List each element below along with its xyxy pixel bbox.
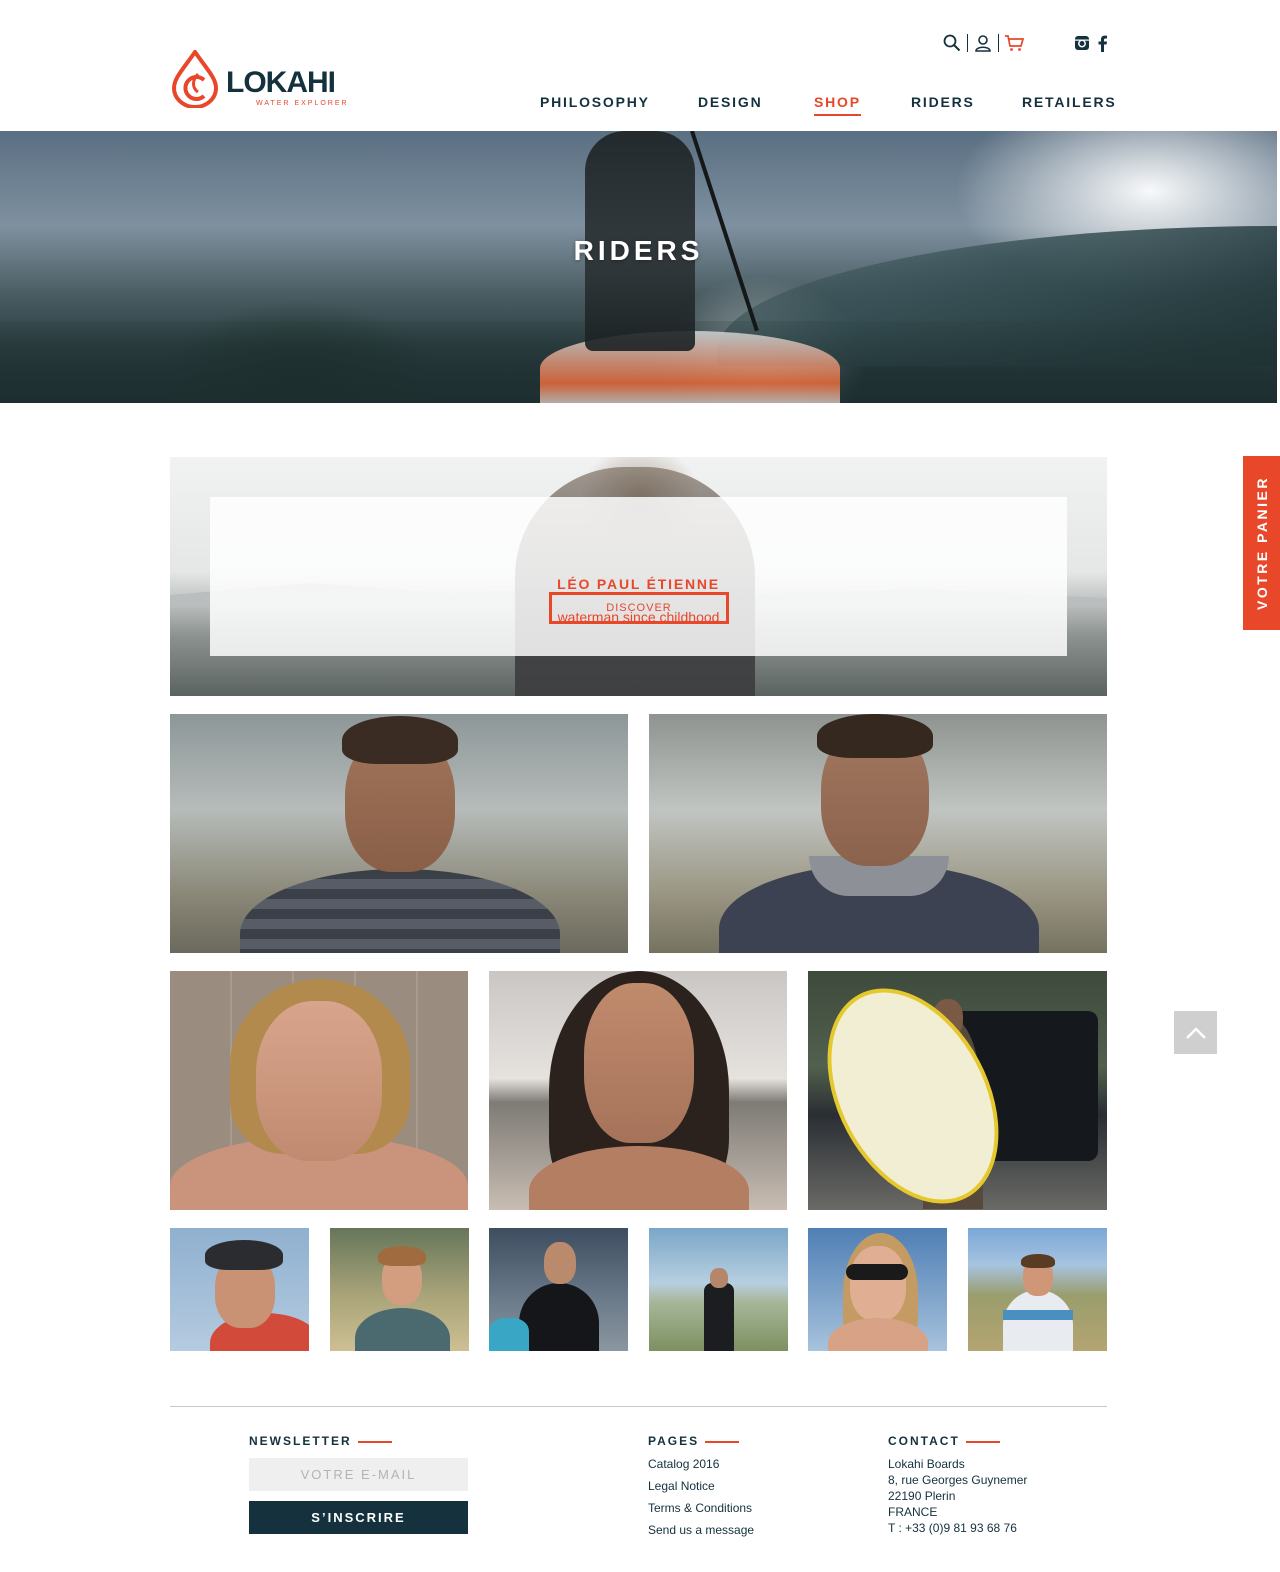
contact-phone[interactable]: T : +33 (0)9 81 93 68 76 bbox=[888, 1521, 1017, 1535]
sunglasses bbox=[846, 1264, 908, 1280]
footer-divider bbox=[170, 1406, 1107, 1407]
utility-divider bbox=[967, 34, 968, 52]
footer-link-contact-form[interactable]: Send us a message bbox=[648, 1523, 754, 1537]
search-icon[interactable] bbox=[942, 33, 962, 53]
contact-city: 22190 Plerin bbox=[888, 1489, 956, 1503]
drop-logo-icon bbox=[171, 50, 219, 108]
featured-rider: LÉO PAUL ÉTIENNE waterman since childhoo… bbox=[170, 457, 1107, 696]
newsletter-email-input[interactable] bbox=[249, 1458, 468, 1491]
nav-design[interactable]: DESIGN bbox=[698, 94, 762, 114]
rider-photo-4[interactable] bbox=[489, 971, 787, 1210]
discover-button[interactable]: DISCOVER bbox=[549, 592, 729, 624]
user-icon[interactable] bbox=[973, 33, 993, 53]
contact-title: CONTACT bbox=[888, 1434, 1000, 1448]
contact-country: FRANCE bbox=[888, 1505, 938, 1519]
nav-retailers[interactable]: RETAILERS bbox=[1022, 94, 1117, 114]
contact-street: 8, rue Georges Guynemer bbox=[888, 1473, 1028, 1487]
cart-side-tab[interactable]: VOTRE PANIER bbox=[1243, 456, 1280, 630]
hero-banner: RIDERS bbox=[0, 131, 1277, 403]
nav-riders[interactable]: RIDERS bbox=[911, 94, 975, 114]
hero-paddle bbox=[690, 131, 759, 332]
rider-thumb-3[interactable] bbox=[489, 1228, 628, 1351]
footer-link-terms[interactable]: Terms & Conditions bbox=[648, 1501, 752, 1515]
utility-divider bbox=[998, 34, 999, 52]
brand-tagline: WATER EXPLORER bbox=[256, 100, 349, 107]
rider-photo-3[interactable] bbox=[170, 971, 468, 1210]
surfboard bbox=[489, 1318, 529, 1351]
contact-company: Lokahi Boards bbox=[888, 1457, 965, 1471]
rider-photo-2[interactable] bbox=[649, 714, 1107, 953]
rider-thumb-5[interactable] bbox=[808, 1228, 947, 1351]
rider-thumb-6[interactable] bbox=[968, 1228, 1107, 1351]
featured-rider-card: LÉO PAUL ÉTIENNE waterman since childhoo… bbox=[210, 497, 1067, 656]
social-bar bbox=[1072, 32, 1112, 54]
newsletter-subscribe-button[interactable]: S’INSCRIRE bbox=[249, 1501, 468, 1534]
pages-title: PAGES bbox=[648, 1434, 739, 1448]
rider-photo-5[interactable] bbox=[808, 971, 1107, 1210]
newsletter-title: NEWSLETTER bbox=[249, 1434, 392, 1448]
nav-philosophy[interactable]: PHILOSOPHY bbox=[540, 94, 650, 114]
scroll-to-top-button[interactable] bbox=[1174, 1011, 1217, 1054]
instagram-icon[interactable] bbox=[1072, 33, 1092, 53]
cart-side-tab-label: VOTRE PANIER bbox=[1253, 476, 1270, 610]
nav-shop[interactable]: SHOP bbox=[814, 94, 861, 116]
footer-link-legal[interactable]: Legal Notice bbox=[648, 1479, 715, 1493]
rider-thumb-1[interactable] bbox=[170, 1228, 309, 1351]
site-header: LOKAHI WATER EXPLORER PHILOSOPHY DESIGN … bbox=[0, 0, 1280, 130]
page-title: RIDERS bbox=[573, 235, 704, 266]
shirt-stripe bbox=[1003, 1310, 1073, 1320]
chevron-up-icon bbox=[1185, 1026, 1206, 1039]
rider-thumb-2[interactable] bbox=[330, 1228, 469, 1351]
rider-photo-1[interactable] bbox=[170, 714, 628, 953]
brand-logo[interactable]: LOKAHI WATER EXPLORER bbox=[170, 50, 347, 110]
cart-icon[interactable] bbox=[1004, 33, 1024, 53]
brand-name: LOKAHI bbox=[226, 66, 336, 99]
footer-link-catalog[interactable]: Catalog 2016 bbox=[648, 1457, 719, 1471]
rider-thumb-4[interactable] bbox=[649, 1228, 788, 1351]
facebook-icon[interactable] bbox=[1092, 33, 1112, 53]
featured-rider-name: LÉO PAUL ÉTIENNE bbox=[557, 576, 720, 592]
utility-bar bbox=[942, 32, 1024, 54]
